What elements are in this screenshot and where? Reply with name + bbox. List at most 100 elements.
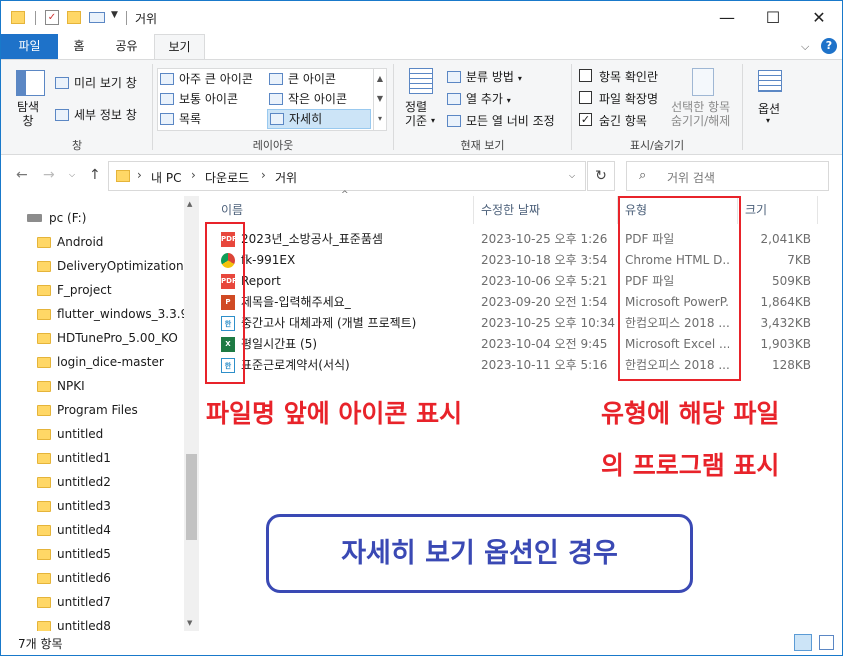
hide-selected-button[interactable]: 선택한 항목 숨기기/해제 <box>669 66 739 136</box>
tree-item-folder[interactable]: untitled6 <box>1 566 185 590</box>
properties-icon[interactable]: ✓ <box>45 10 59 25</box>
layout-medium-icons[interactable]: 보통 아이콘 <box>160 90 267 108</box>
breadcrumb-item[interactable]: 거위 <box>275 169 297 186</box>
file-date: 2023-10-04 오전 9:45 <box>481 337 608 351</box>
preview-pane-button[interactable]: 미리 보기 창 <box>55 74 137 91</box>
refresh-button[interactable]: ↻ <box>587 161 615 191</box>
quick-access-dropdown-icon[interactable]: ▼ <box>111 10 118 20</box>
file-row[interactable]: 한 중간고사 대체과제 (개별 프로젝트) 2023-10-25 오후 10:34 한… <box>199 313 842 334</box>
item-checkbox-toggle[interactable] <box>579 69 592 82</box>
layout-large-icons[interactable]: 큰 아이콘 <box>269 70 369 88</box>
maximize-button[interactable]: ☐ <box>750 1 796 34</box>
tree-item-label: flutter_windows_3.3.9-s <box>57 307 185 321</box>
breadcrumb-item[interactable]: 다운로드 <box>205 169 249 186</box>
tab-file[interactable]: 파일 <box>1 34 58 59</box>
tree-item-folder[interactable]: NPKI <box>1 374 185 398</box>
tree-item-folder[interactable]: untitled <box>1 422 185 446</box>
add-column-icon <box>447 93 461 105</box>
tree-item-folder[interactable]: untitled2 <box>1 470 185 494</box>
file-row[interactable]: PDF 2023년_소방공사_표준품셈 2023-10-25 오후 1:26 PDF … <box>199 229 842 250</box>
tab-view[interactable]: 보기 <box>154 34 205 60</box>
address-bar[interactable]: › 내 PC › 다운로드 › 거위 ⌵ <box>108 161 586 191</box>
annotation-details-view-note: 자세히 보기 옵션인 경우 <box>341 538 618 569</box>
recent-locations-icon[interactable]: ⌵ <box>69 170 75 180</box>
hide-selected-label: 선택한 항목 숨기기/해제 <box>671 100 731 128</box>
tree-item-folder[interactable]: untitled4 <box>1 518 185 542</box>
layout-details[interactable]: 자세히 <box>267 109 371 129</box>
chevron-down-icon[interactable]: ⌵ <box>569 171 575 181</box>
scroll-down-icon[interactable]: ▼ <box>187 619 192 627</box>
large-icons-icon <box>269 73 283 85</box>
column-header-date[interactable]: 수정한 날짜 <box>481 196 621 224</box>
sort-icon <box>409 68 433 94</box>
layout-list[interactable]: 목록 <box>160 110 267 128</box>
nav-pane-scrollbar[interactable]: ▲ ▼ <box>184 196 199 631</box>
tree-item-label: DeliveryOptimization <box>57 259 184 273</box>
tab-share[interactable]: 공유 <box>104 34 149 59</box>
drive-icon <box>27 214 42 222</box>
minimize-button[interactable]: — <box>704 1 750 34</box>
up-arrow-icon[interactable]: ↑ <box>89 167 101 183</box>
layout-small-icons[interactable]: 작은 아이콘 <box>269 90 369 108</box>
new-folder-icon[interactable] <box>67 11 81 24</box>
tree-item-folder[interactable]: Program Files <box>1 398 185 422</box>
large-icons-view-icon[interactable] <box>819 635 834 650</box>
column-header-size[interactable]: 크기 <box>745 196 815 224</box>
fit-columns-button[interactable]: 모든 열 너비 조정 <box>447 112 555 129</box>
group-label-show-hide: 표시/숨기기 <box>629 139 685 152</box>
file-explorer-window: ✓ ▼ 거위 — ☐ ✕ 파일 홈 공유 보기 ⌵ ? 탐색 창 미리 보기 창… <box>0 0 843 656</box>
navigation-pane: pc (F:) Android DeliveryOptimization F_pro… <box>1 196 199 631</box>
tree-item-folder[interactable]: untitled3 <box>1 494 185 518</box>
file-extensions-toggle[interactable] <box>579 91 592 104</box>
options-button[interactable]: 옵션 ▾ <box>749 66 791 136</box>
help-icon[interactable]: ? <box>821 38 837 54</box>
title-bar: ✓ ▼ 거위 — ☐ ✕ <box>1 1 842 34</box>
scrollbar-thumb[interactable] <box>186 454 197 540</box>
tree-item-folder[interactable]: untitled8 <box>1 614 185 631</box>
rename-icon[interactable] <box>89 12 105 23</box>
layout-gallery-scroll[interactable]: ▲ ▼ ▾ <box>373 69 386 130</box>
add-column-button[interactable]: 열 추가 ▾ <box>447 90 511 107</box>
tree-item-folder[interactable]: login_dice-master <box>1 350 185 374</box>
folder-icon <box>37 261 51 272</box>
status-bar: 7개 항목 <box>1 631 842 655</box>
layout-extra-large-icons[interactable]: 아주 큰 아이콘 <box>160 70 267 88</box>
file-row[interactable]: P 제목을-입력해주세요_ 2023-09-20 오전 1:54 Microsoft … <box>199 292 842 313</box>
tab-home[interactable]: 홈 <box>63 34 95 59</box>
layout-option-label: 목록 <box>179 112 202 126</box>
forward-arrow-icon[interactable]: → <box>43 167 55 183</box>
tree-item-folder[interactable]: HDTunePro_5.00_KO <box>1 326 185 350</box>
tree-item-folder[interactable]: untitled5 <box>1 542 185 566</box>
tree-item-folder[interactable]: untitled1 <box>1 446 185 470</box>
details-view-icon[interactable] <box>794 634 812 651</box>
breadcrumb-item[interactable]: 내 PC <box>151 169 181 186</box>
file-name: 평일시간표 (5) <box>241 337 318 351</box>
back-arrow-icon[interactable]: ← <box>16 167 28 183</box>
ribbon-view: 탐색 창 미리 보기 창 세부 정보 창 창 아주 큰 아이콘 큰 아이콘 보통… <box>1 59 842 155</box>
folder-icon <box>37 453 51 464</box>
tree-item-folder[interactable]: DeliveryOptimization <box>1 254 185 278</box>
close-button[interactable]: ✕ <box>796 1 842 34</box>
column-header-name[interactable]: 이름 <box>221 196 471 224</box>
tree-item-folder[interactable]: Android <box>1 230 185 254</box>
tree-item-drive[interactable]: pc (F:) <box>1 206 185 230</box>
file-row[interactable]: X 평일시간표 (5) 2023-10-04 오전 9:45 Microsoft Ex… <box>199 334 842 355</box>
details-pane-button[interactable]: 세부 정보 창 <box>55 106 137 123</box>
search-box[interactable]: ⌕ 거위 검색 <box>626 161 829 191</box>
dropdown-arrow-icon: ▾ <box>506 96 511 105</box>
tree-item-folder[interactable]: F_project <box>1 278 185 302</box>
file-row[interactable]: 한 표준근로계약서(서식) 2023-10-11 오후 5:16 한컴오피스 2018… <box>199 355 842 376</box>
hidden-items-toggle[interactable]: ✓ <box>579 113 592 126</box>
group-by-label: 분류 방법 <box>466 70 514 84</box>
ribbon-collapse-icon[interactable]: ⌵ <box>801 40 809 54</box>
scroll-up-icon[interactable]: ▲ <box>187 200 192 208</box>
tree-item-folder[interactable]: flutter_windows_3.3.9-s <box>1 302 185 326</box>
file-row[interactable]: fk-991EX 2023-10-18 오후 3:54 Chrome HTML D.… <box>199 250 842 271</box>
file-row[interactable]: PDF Report 2023-10-06 오후 5:21 PDF 파일 509KB <box>199 271 842 292</box>
folder-icon <box>11 11 25 24</box>
divider <box>742 64 743 150</box>
group-by-button[interactable]: 분류 방법 ▾ <box>447 68 522 85</box>
sort-by-button[interactable]: 정렬 기준 ▾ <box>401 66 443 136</box>
tree-item-folder[interactable]: untitled7 <box>1 590 185 614</box>
nav-pane-button[interactable]: 탐색 창 <box>11 68 49 134</box>
